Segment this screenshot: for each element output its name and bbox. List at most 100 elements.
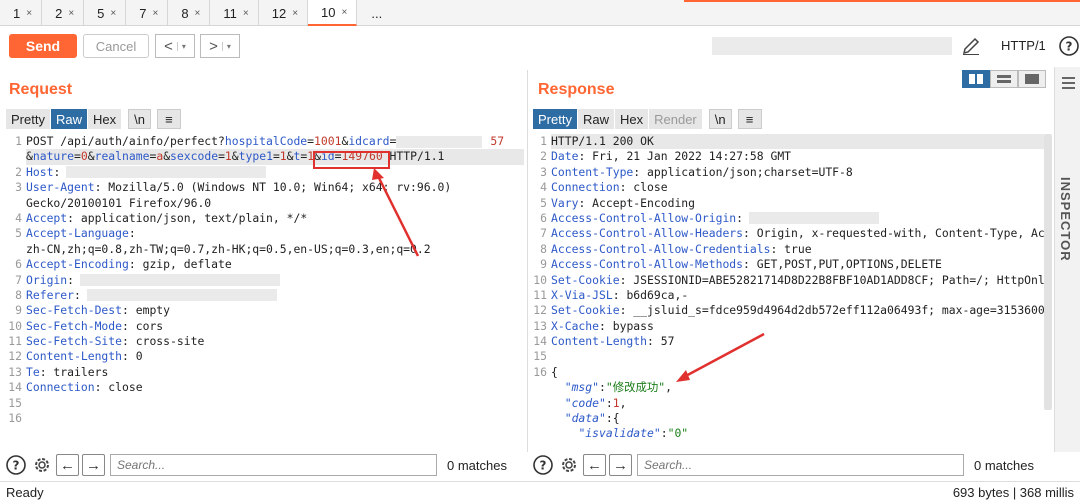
json-key: "msg": [564, 380, 600, 395]
tab-hex[interactable]: Hex: [614, 109, 650, 129]
code-line: "code":1,: [564, 395, 627, 410]
code-line: X-Cache: bypass: [551, 318, 654, 333]
close-icon[interactable]: ×: [342, 7, 348, 18]
response-view-tabs: Pretty Raw Hex Render \n ≡: [533, 109, 762, 129]
code-line: "msg":"修改成功",: [564, 380, 673, 395]
header-name: Host: [26, 164, 54, 179]
menu-icon[interactable]: [1062, 77, 1075, 92]
layout-toggle: [962, 70, 1046, 88]
close-icon[interactable]: ×: [195, 8, 201, 19]
header-name: Vary: [551, 195, 579, 210]
line-number: 15: [8, 395, 22, 410]
tab-pretty[interactable]: Pretty: [533, 109, 578, 129]
response-scrollbar[interactable]: [1044, 134, 1052, 410]
redacted-value: [86, 289, 277, 302]
code-line: Content-Type: application/json;charset=U…: [551, 164, 853, 179]
tab-raw[interactable]: Raw: [50, 109, 88, 129]
close-icon[interactable]: ×: [243, 8, 249, 19]
response-editor[interactable]: 1 2 3 4 5 6 7 8 9 10 11 12 13 14 15 16 HTTP/1.1 200 OK D…: [529, 134, 1044, 440]
header-value: b6d69ca,-: [619, 287, 689, 302]
help-icon[interactable]: ?: [1058, 35, 1080, 57]
header-name: Content-Type: [551, 164, 634, 179]
layout-side-by-side-button[interactable]: [962, 70, 990, 88]
line-number: 8: [540, 241, 547, 256]
help-button[interactable]: ?: [4, 453, 28, 477]
search-next-button[interactable]: →: [609, 454, 632, 476]
tab-2[interactable]: 2 ×: [42, 0, 85, 26]
request-text: &: [286, 149, 294, 164]
header-value: Fri, 21 Jan 2022 14:27:58 GMT: [585, 149, 792, 164]
gear-icon: [562, 458, 576, 472]
search-input[interactable]: [637, 454, 964, 476]
tab-12[interactable]: 12 ×: [259, 0, 309, 26]
code-line: Content-Length: 0: [26, 349, 143, 364]
tab-label: 11: [223, 5, 237, 21]
search-prev-button[interactable]: ←: [56, 454, 79, 476]
tab-raw[interactable]: Raw: [577, 109, 615, 129]
redacted-target: [712, 37, 952, 55]
gear-icon: [35, 458, 49, 472]
line-number: 1: [15, 134, 22, 148]
header-name: User-Agent: [26, 180, 95, 195]
newline-toggle[interactable]: \n: [128, 109, 151, 129]
tab-5[interactable]: 5 ×: [84, 0, 127, 26]
tab-7[interactable]: 7 ×: [126, 0, 169, 26]
close-icon[interactable]: ×: [68, 8, 74, 19]
cancel-button[interactable]: Cancel: [83, 34, 149, 58]
layout-tabbed-button[interactable]: [1018, 70, 1046, 88]
line-number: 11: [8, 334, 22, 349]
tab-1[interactable]: 1 ×: [0, 0, 43, 26]
settings-button[interactable]: [557, 453, 581, 477]
arrow-left-icon: ←: [60, 456, 75, 474]
request-text: POST /api/auth/ainfo/perfect?: [26, 134, 225, 148]
json-key: "data": [564, 411, 606, 426]
http-version-label[interactable]: HTTP/1: [1001, 38, 1046, 53]
close-icon[interactable]: ×: [110, 8, 116, 19]
tab-10[interactable]: 10 ×: [308, 0, 358, 26]
help-button[interactable]: ?: [531, 453, 555, 477]
param-value: 1001: [314, 134, 342, 148]
request-editor[interactable]: 1 2 3 4 5 6 7 8 9 10 11 12 13 14 15 16 POST /api/auth/a…: [4, 134, 524, 440]
tab-strip: 1 × 2 × 5 × 7 × 8 × 11 × 12 × 10 ×...: [0, 0, 1080, 26]
tab-label: ...: [371, 5, 383, 21]
send-button[interactable]: Send: [9, 34, 77, 58]
search-next-button[interactable]: →: [82, 454, 105, 476]
history-back-button[interactable]: < ▾: [155, 34, 195, 58]
line-number: [4, 196, 22, 211]
close-icon[interactable]: ×: [152, 8, 158, 19]
annotation-arrow-response: [676, 332, 765, 382]
tab-more[interactable]: ...: [357, 0, 396, 26]
code-line: User-Agent: Mozilla/5.0 (Windows NT 10.0…: [26, 180, 452, 195]
tab-pretty[interactable]: Pretty: [6, 109, 51, 129]
close-icon[interactable]: ×: [292, 8, 298, 19]
settings-button[interactable]: [30, 453, 54, 477]
code-line: Access-Control-Allow-Credentials: true: [551, 241, 812, 256]
line-number: 6: [15, 257, 22, 272]
header-name: Access-Control-Allow-Headers: [551, 226, 744, 241]
request-text: =: [307, 134, 315, 148]
panel-divider[interactable]: [527, 70, 528, 452]
close-icon[interactable]: ×: [26, 8, 32, 19]
line-number: 14: [8, 380, 22, 395]
request-text: HTTP/1.1: [382, 149, 445, 164]
newline-toggle[interactable]: \n: [708, 109, 732, 129]
menu-icon[interactable]: ≡: [737, 109, 762, 129]
chevron-down-icon: ▾: [221, 41, 231, 51]
line-number: 13: [8, 364, 22, 379]
inspector-sidebar[interactable]: INSPECTOR: [1054, 67, 1080, 452]
tab-8[interactable]: 8 ×: [168, 0, 211, 26]
tab-render[interactable]: Render: [649, 109, 703, 129]
menu-icon[interactable]: ≡: [156, 109, 181, 129]
response-title: Response: [538, 81, 615, 98]
line-number: 5: [15, 226, 22, 241]
search-prev-button[interactable]: ←: [583, 454, 606, 476]
tab-hex[interactable]: Hex: [87, 109, 123, 129]
header-value: bypass: [605, 318, 654, 333]
history-forward-button[interactable]: > ▾: [200, 34, 240, 58]
layout-stacked-button[interactable]: [990, 70, 1018, 88]
search-input[interactable]: [110, 454, 437, 476]
code-line: Vary: Accept-Encoding: [551, 195, 696, 210]
header-value: cors: [128, 318, 164, 333]
pencil-icon[interactable]: [960, 35, 982, 57]
tab-11[interactable]: 11 ×: [210, 0, 259, 26]
